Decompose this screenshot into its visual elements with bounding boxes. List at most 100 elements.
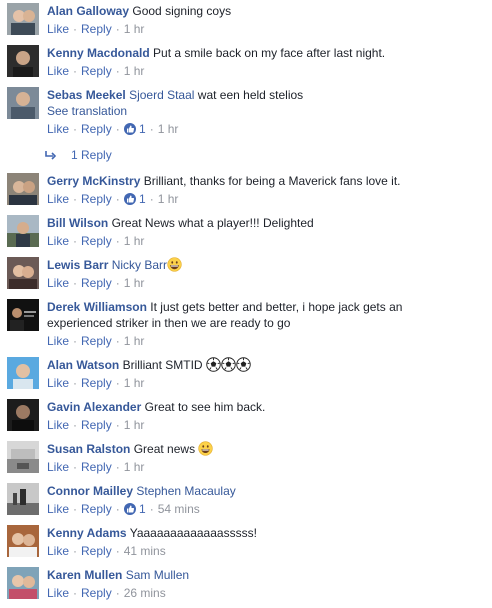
comment-text: Brilliant, thanks for being a Maverick f… — [143, 174, 401, 188]
reply-button[interactable]: Reply — [81, 586, 112, 600]
comment-author[interactable]: Kenny Adams — [47, 526, 127, 540]
like-reaction-icon[interactable] — [123, 193, 136, 205]
like-button[interactable]: Like — [47, 502, 69, 516]
comment-actions: Like · Reply · 1 · 1 hr — [47, 122, 179, 136]
avatar[interactable] — [7, 87, 39, 119]
avatar[interactable] — [7, 399, 39, 431]
comment-timestamp[interactable]: 1 hr — [124, 376, 145, 390]
reply-button[interactable]: Reply — [81, 502, 112, 516]
comment-timestamp[interactable]: 41 mins — [124, 544, 166, 558]
avatar[interactable] — [7, 357, 39, 389]
reply-button[interactable]: Reply — [81, 122, 112, 136]
comment-author[interactable]: Bill Wilson — [47, 216, 108, 230]
comment-author[interactable]: Connor Mailley — [47, 484, 133, 498]
avatar[interactable] — [7, 45, 39, 77]
comment-timestamp[interactable]: 1 hr — [124, 418, 145, 432]
like-button[interactable]: Like — [47, 544, 69, 558]
tagged-user[interactable]: Sam Mullen — [126, 568, 189, 582]
comment-author[interactable]: Gavin Alexander — [47, 400, 141, 414]
comment-timestamp[interactable]: 1 hr — [124, 64, 145, 78]
comment-author[interactable]: Derek Williamson — [47, 300, 147, 314]
comment-actions: Like · Reply · 1 hr — [47, 234, 145, 248]
comment-text: Yaaaaaaaaaaaaasssss! — [129, 526, 257, 540]
avatar[interactable] — [7, 567, 39, 599]
reply-button[interactable]: Reply — [81, 376, 112, 390]
comment-timestamp[interactable]: 1 hr — [124, 22, 145, 36]
like-button[interactable]: Like — [47, 586, 69, 600]
comment-author[interactable]: Gerry McKinstry — [47, 174, 140, 188]
comment-timestamp[interactable]: 1 hr — [158, 122, 179, 136]
like-button[interactable]: Like — [47, 334, 69, 348]
tagged-user[interactable]: Stephen Macaulay — [136, 484, 235, 498]
reply-button[interactable]: Reply — [81, 64, 112, 78]
like-button[interactable]: Like — [47, 22, 69, 36]
reply-button[interactable]: Reply — [81, 418, 112, 432]
see-translation-link[interactable]: See translation — [47, 103, 486, 119]
reply-button[interactable]: Reply — [81, 234, 112, 248]
comment-text: Great News what a player!!! Delighted — [111, 216, 314, 230]
soccer-ball-icon — [221, 357, 236, 372]
comment-timestamp[interactable]: 1 hr — [124, 234, 145, 248]
reply-button[interactable]: Reply — [81, 544, 112, 558]
comment-actions: Like · Reply · 1 hr — [47, 22, 145, 36]
comment-author[interactable]: Alan Watson — [47, 358, 119, 372]
like-reaction-icon[interactable] — [123, 123, 136, 135]
like-button[interactable]: Like — [47, 276, 69, 290]
like-button[interactable]: Like — [47, 376, 69, 390]
view-replies-link[interactable]: 1 Reply — [44, 147, 112, 163]
like-button[interactable]: Like — [47, 418, 69, 432]
like-count[interactable]: 1 — [139, 192, 146, 206]
view-replies-label[interactable]: 1 Reply — [71, 148, 112, 162]
like-button[interactable]: Like — [47, 234, 69, 248]
like-reaction-icon[interactable] — [123, 503, 136, 515]
comment-author[interactable]: Lewis Barr — [47, 258, 108, 272]
like-button[interactable]: Like — [47, 122, 69, 136]
avatar[interactable] — [7, 299, 39, 331]
comment-timestamp[interactable]: 1 hr — [124, 334, 145, 348]
comment-actions: Like · Reply · 1 · 54 mins — [47, 502, 200, 516]
comment-timestamp[interactable]: 26 mins — [124, 586, 166, 600]
avatar[interactable] — [7, 441, 39, 473]
comment-author[interactable]: Sebas Meekel — [47, 88, 126, 102]
comment-text-continued: experienced striker in then we are ready… — [47, 316, 291, 330]
comment-timestamp[interactable]: 1 hr — [124, 276, 145, 290]
reply-button[interactable]: Reply — [81, 192, 112, 206]
comment-timestamp[interactable]: 54 mins — [158, 502, 200, 516]
comment-actions: Like · Reply · 1 hr — [47, 376, 145, 390]
tagged-user[interactable]: Sjoerd Staal — [129, 88, 194, 102]
comment-actions: Like · Reply · 1 hr — [47, 418, 145, 432]
comment-text: It just gets better and better, i hope j… — [150, 300, 403, 314]
avatar[interactable] — [7, 483, 39, 515]
reply-button[interactable]: Reply — [81, 460, 112, 474]
reply-button[interactable]: Reply — [81, 276, 112, 290]
soccer-ball-icon — [206, 357, 221, 372]
reply-button[interactable]: Reply — [81, 22, 112, 36]
like-button[interactable]: Like — [47, 64, 69, 78]
comment-author[interactable]: Karen Mullen — [47, 568, 122, 582]
comment-actions: Like · Reply · 1 hr — [47, 334, 145, 348]
like-button[interactable]: Like — [47, 460, 69, 474]
avatar[interactable] — [7, 215, 39, 247]
comment-timestamp[interactable]: 1 hr — [158, 192, 179, 206]
comment-text: Brilliant SMTID — [122, 358, 203, 372]
comment-author[interactable]: Alan Galloway — [47, 4, 129, 18]
like-count[interactable]: 1 — [139, 122, 146, 136]
avatar[interactable] — [7, 173, 39, 205]
smiling-face-icon — [198, 441, 214, 456]
comment-author[interactable]: Kenny Macdonald — [47, 46, 150, 60]
comment-actions: Like · Reply · 26 mins — [47, 586, 166, 600]
like-count[interactable]: 1 — [139, 502, 146, 516]
reply-arrow-icon — [45, 151, 57, 160]
comment-text: Put a smile back on my face after last n… — [153, 46, 386, 60]
avatar[interactable] — [7, 257, 39, 289]
soccer-ball-icon — [236, 357, 251, 372]
comment-author[interactable]: Susan Ralston — [47, 442, 130, 456]
comment-actions: Like · Reply · 41 mins — [47, 544, 166, 558]
tagged-user[interactable]: Nicky Barr — [112, 258, 167, 272]
avatar[interactable] — [7, 525, 39, 557]
comment-timestamp[interactable]: 1 hr — [124, 460, 145, 474]
like-button[interactable]: Like — [47, 192, 69, 206]
comment-text: Great news — [133, 442, 196, 456]
reply-button[interactable]: Reply — [81, 334, 112, 348]
avatar[interactable] — [7, 3, 39, 35]
